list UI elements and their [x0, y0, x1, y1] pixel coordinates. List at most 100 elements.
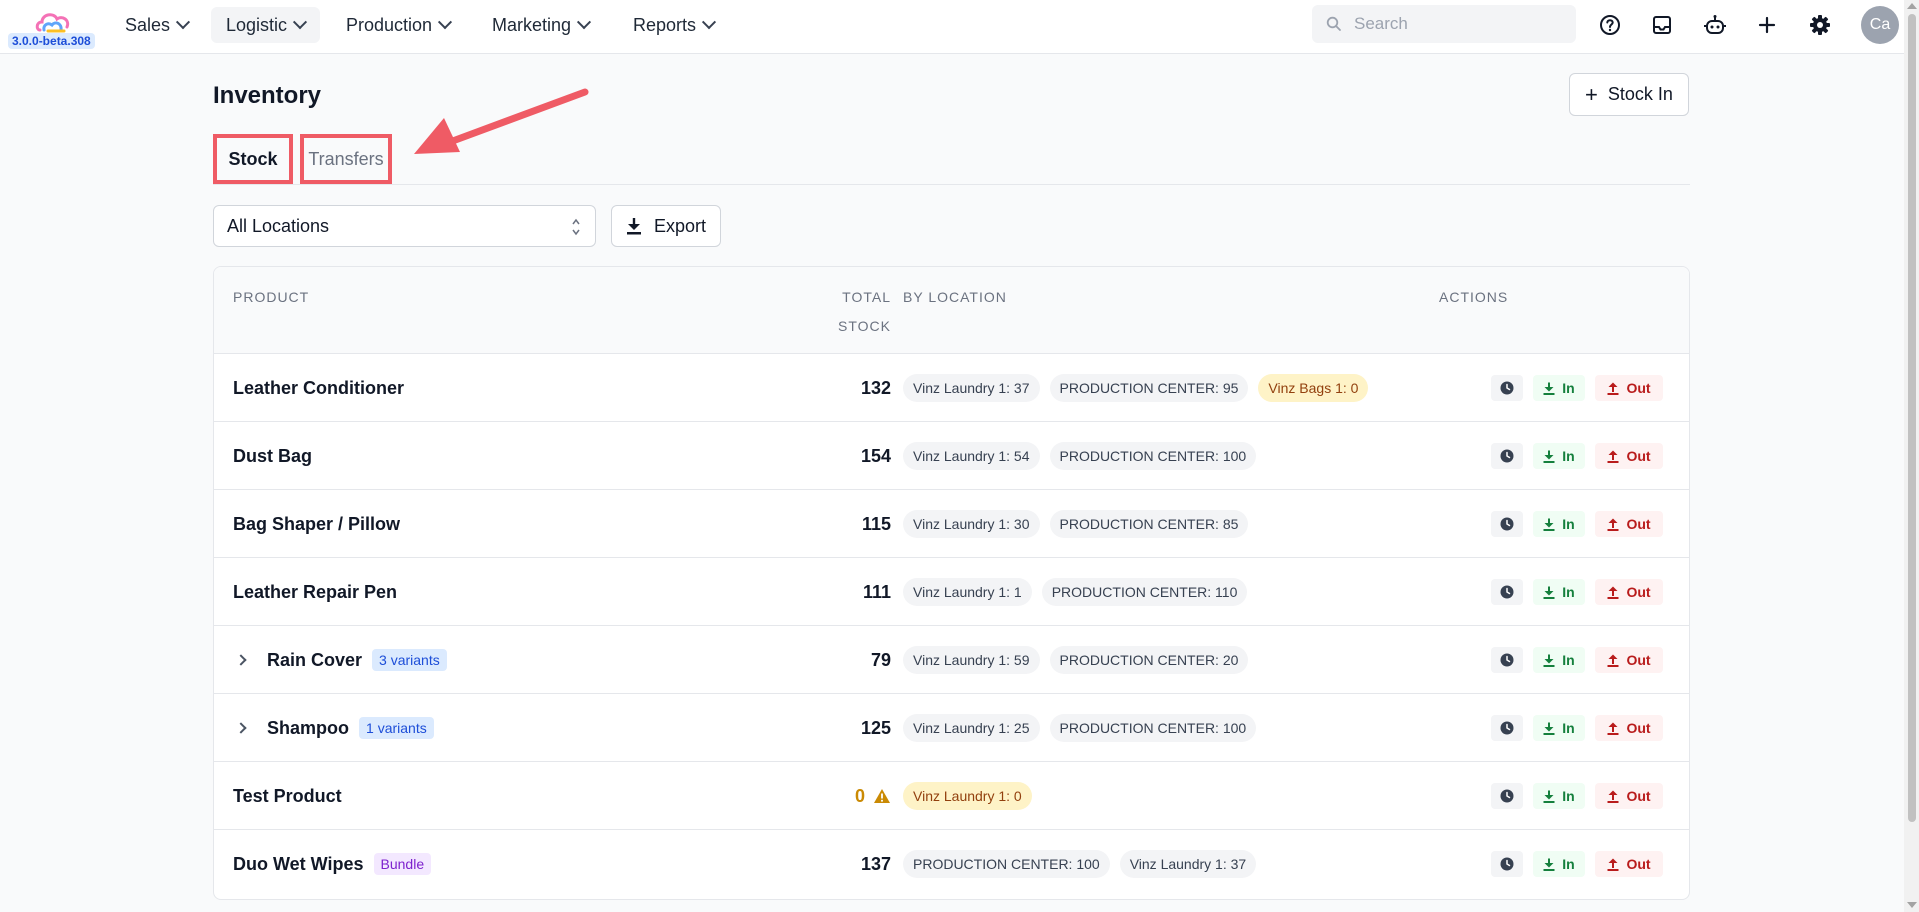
user-avatar[interactable]: Ca [1861, 6, 1899, 44]
stock-out-row-button[interactable]: Out [1595, 715, 1663, 741]
stock-in-row-label: In [1562, 448, 1575, 464]
product-cell: Dust Bag [233, 422, 312, 490]
chevron-down-icon [701, 15, 717, 30]
create-button[interactable] [1752, 10, 1782, 40]
stock-in-row-button[interactable]: In [1533, 715, 1585, 741]
by-location-cell: Vinz Laundry 1: 37 PRODUCTION CENTER: 95 V… [903, 354, 1369, 422]
clock-icon [1500, 517, 1514, 531]
location-chip: Vinz Bags 1: 0 [1258, 374, 1369, 402]
search-input[interactable] [1354, 14, 1554, 34]
location-chip: PRODUCTION CENTER: 20 [1049, 646, 1249, 674]
annotation-arrow-icon [414, 88, 589, 154]
stock-in-row-button[interactable]: In [1533, 783, 1585, 809]
location-select[interactable]: All Locations [213, 205, 596, 247]
product-name[interactable]: Dust Bag [233, 446, 312, 467]
location-chip: Vinz Laundry 1: 37 [1119, 850, 1257, 878]
stock-in-row-label: In [1562, 584, 1575, 600]
stock-out-row-button[interactable]: Out [1595, 783, 1663, 809]
variants-badge: 3 variants [372, 649, 447, 671]
nav-logistic[interactable]: Logistic [211, 7, 321, 43]
product-cell: Bag Shaper / Pillow [233, 490, 400, 558]
download-icon [1543, 858, 1555, 871]
actions-cell: In Out [1491, 830, 1663, 898]
column-header-product[interactable]: PRODUCT [233, 283, 309, 312]
stock-out-row-label: Out [1626, 448, 1651, 464]
stock-in-row-button[interactable]: In [1533, 443, 1585, 469]
stock-in-row-button[interactable]: In [1533, 851, 1585, 877]
history-button[interactable] [1491, 783, 1523, 809]
nav-marketing[interactable]: Marketing [477, 7, 604, 43]
nav-production[interactable]: Production [331, 7, 465, 43]
product-name[interactable]: Leather Repair Pen [233, 582, 397, 603]
assistant-button[interactable] [1700, 10, 1730, 40]
search-box[interactable] [1312, 5, 1576, 43]
history-button[interactable] [1491, 375, 1523, 401]
column-header-total-stock[interactable]: TOTAL STOCK [789, 283, 891, 341]
upload-icon [1607, 518, 1619, 531]
product-cell: Rain Cover 3 variants [233, 626, 447, 694]
table-row[interactable]: Dust Bag 154 Vinz Laundry 1: 54 PRODUCTIO… [214, 422, 1689, 490]
upload-icon [1607, 586, 1619, 599]
stock-out-row-button[interactable]: Out [1595, 443, 1663, 469]
tab-stock[interactable]: Stock [213, 134, 293, 184]
history-button[interactable] [1491, 443, 1523, 469]
stock-out-row-button[interactable]: Out [1595, 647, 1663, 673]
stock-in-row-button[interactable]: In [1533, 375, 1585, 401]
page-scrollbar[interactable] [1904, 0, 1919, 912]
scroll-down-arrow-icon[interactable] [1907, 902, 1917, 908]
stock-out-row-button[interactable]: Out [1595, 375, 1663, 401]
product-name[interactable]: Bag Shaper / Pillow [233, 514, 400, 535]
history-button[interactable] [1491, 579, 1523, 605]
robot-icon [1704, 15, 1726, 34]
total-stock-cell: 115 [789, 490, 891, 558]
stock-out-row-label: Out [1626, 720, 1651, 736]
product-name[interactable]: Test Product [233, 786, 342, 807]
table-row[interactable]: Test Product 0 Vinz Laundry 1: 0 In Out [214, 762, 1689, 830]
help-button[interactable] [1595, 10, 1625, 40]
export-button[interactable]: Export [611, 205, 721, 247]
location-chip: Vinz Laundry 1: 0 [903, 782, 1032, 810]
product-name[interactable]: Rain Cover [267, 650, 362, 671]
stock-out-row-button[interactable]: Out [1595, 511, 1663, 537]
page-title: Inventory [213, 82, 322, 109]
app-logo[interactable]: 3.0.0-beta.308 [8, 8, 95, 50]
chevron-right-icon[interactable] [235, 654, 247, 666]
stock-in-row-label: In [1562, 652, 1575, 668]
settings-button[interactable] [1805, 10, 1835, 40]
clock-icon [1500, 381, 1514, 395]
stock-in-row-button[interactable]: In [1533, 579, 1585, 605]
search-icon [1326, 16, 1341, 31]
chevron-right-icon[interactable] [235, 722, 247, 734]
product-name[interactable]: Duo Wet Wipes [233, 854, 364, 875]
table-row[interactable]: Leather Repair Pen 111 Vinz Laundry 1: 1… [214, 558, 1689, 626]
product-name[interactable]: Leather Conditioner [233, 378, 404, 399]
stock-in-row-button[interactable]: In [1533, 647, 1585, 673]
table-row[interactable]: Bag Shaper / Pillow 115 Vinz Laundry 1: … [214, 490, 1689, 558]
clock-icon [1500, 653, 1514, 667]
nav-sales[interactable]: Sales [110, 7, 203, 43]
stock-in-button[interactable]: + Stock In [1569, 73, 1689, 116]
nav-reports[interactable]: Reports [618, 7, 729, 43]
scroll-up-arrow-icon[interactable] [1907, 3, 1917, 9]
table-row[interactable]: Leather Conditioner 132 Vinz Laundry 1: … [214, 354, 1689, 422]
stock-out-row-button[interactable]: Out [1595, 579, 1663, 605]
location-chip: Vinz Laundry 1: 30 [903, 510, 1040, 538]
by-location-cell: Vinz Laundry 1: 1 PRODUCTION CENTER: 110 [903, 558, 1248, 626]
table-row[interactable]: Rain Cover 3 variants 79 Vinz Laundry 1: … [214, 626, 1689, 694]
table-row[interactable]: Duo Wet Wipes Bundle 137 PRODUCTION CENTE… [214, 830, 1689, 898]
scroll-thumb[interactable] [1908, 14, 1916, 822]
total-stock-value: 79 [870, 649, 891, 670]
stock-in-row-button[interactable]: In [1533, 511, 1585, 537]
history-button[interactable] [1491, 715, 1523, 741]
table-row[interactable]: Shampoo 1 variants 125 Vinz Laundry 1: 25… [214, 694, 1689, 762]
product-name[interactable]: Shampoo [267, 718, 349, 739]
inbox-button[interactable] [1647, 10, 1677, 40]
history-button[interactable] [1491, 851, 1523, 877]
tab-transfers[interactable]: Transfers [300, 134, 392, 184]
download-icon [626, 218, 641, 235]
product-cell: Shampoo 1 variants [233, 694, 434, 762]
history-button[interactable] [1491, 647, 1523, 673]
stock-out-row-button[interactable]: Out [1595, 851, 1663, 877]
top-navigation-bar: 3.0.0-beta.308 Sales Logistic Production… [0, 0, 1904, 54]
history-button[interactable] [1491, 511, 1523, 537]
